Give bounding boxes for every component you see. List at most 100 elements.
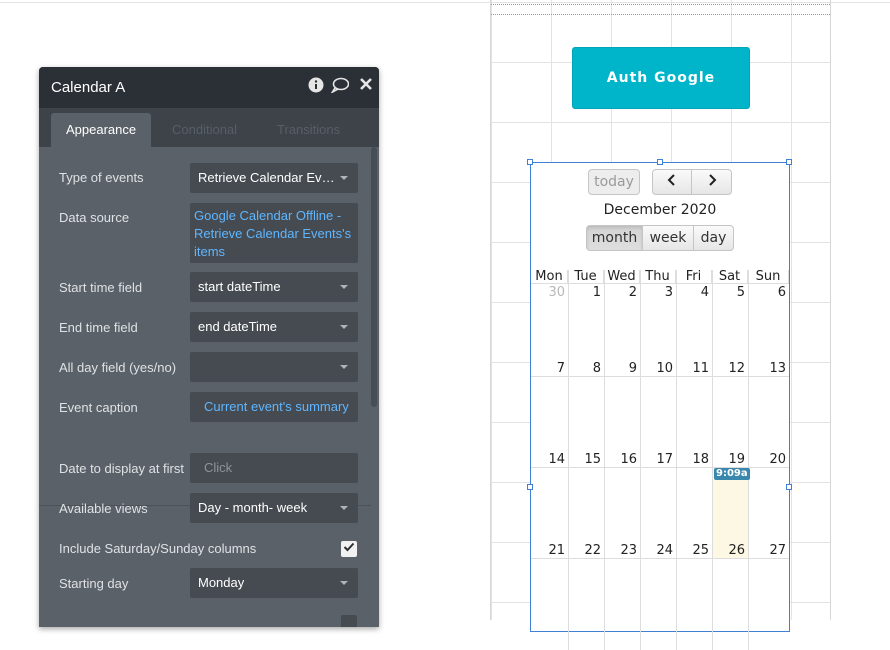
calendar-element[interactable]: today December 2020 month week day Mon Tu… — [530, 162, 790, 650]
editor-canvas[interactable]: Auth Google today December 2020 month we… — [490, 0, 831, 650]
day-cell[interactable]: 15 — [568, 452, 604, 467]
start-time-field-value: start dateTime — [198, 279, 281, 294]
starting-day-label: Starting day — [59, 576, 129, 591]
day-cell[interactable]: 18 — [676, 452, 712, 467]
close-icon[interactable] — [357, 77, 375, 97]
data-source-expression[interactable]: Google Calendar Offline - Retrieve Calen… — [190, 203, 358, 263]
day-cell[interactable]: 4 — [676, 285, 712, 300]
header-group-outline — [491, 4, 830, 15]
weekday-header: Sun — [748, 270, 789, 284]
day-cell[interactable]: 12 — [712, 361, 748, 376]
tab-appearance[interactable]: Appearance — [51, 113, 152, 147]
resize-handle[interactable] — [786, 484, 792, 490]
day-cell[interactable]: 19 — [712, 452, 748, 467]
day-cell[interactable]: 24 — [640, 543, 676, 558]
chevron-down-icon — [340, 581, 348, 585]
panel-title: Calendar A — [51, 79, 126, 96]
tab-transitions[interactable]: Transitions — [262, 113, 355, 147]
day-cell[interactable]: 7 — [531, 361, 568, 376]
start-time-field-label: Start time field — [59, 280, 143, 295]
panel-header[interactable]: Calendar A — [39, 67, 379, 108]
view-day-button[interactable]: day — [693, 225, 734, 251]
include-weekend-checkbox[interactable] — [341, 541, 357, 557]
chevron-right-icon — [707, 174, 717, 190]
weekday-header: Sat — [712, 270, 748, 284]
auth-google-button[interactable]: Auth Google — [572, 47, 750, 109]
grid-line — [531, 558, 789, 559]
resize-handle[interactable] — [527, 484, 533, 490]
end-time-field-value: end dateTime — [198, 319, 278, 334]
tab-conditional[interactable]: Conditional — [157, 113, 252, 147]
view-month-button[interactable]: month — [586, 225, 643, 251]
weekday-header: Tue — [568, 270, 604, 284]
info-icon[interactable] — [307, 77, 325, 97]
day-cell[interactable]: 17 — [640, 452, 676, 467]
day-cell[interactable]: 30 — [531, 285, 568, 300]
calendar-event[interactable]: 9:09a — [714, 468, 750, 480]
weekday-header: Fri — [676, 270, 712, 284]
include-weekend-label: Include Saturday/Sunday columns — [59, 541, 257, 556]
day-cell[interactable]: 9 — [604, 361, 640, 376]
day-cell[interactable]: 1 — [568, 285, 604, 300]
day-cell[interactable]: 16 — [604, 452, 640, 467]
checkmark-icon — [343, 542, 355, 552]
data-source-label: Data source — [59, 210, 130, 225]
day-cell[interactable]: 11 — [676, 361, 712, 376]
chevron-down-icon — [340, 285, 348, 289]
weekday-header: Thu — [640, 270, 676, 284]
day-cell[interactable]: 2 — [604, 285, 640, 300]
starting-day-value: Monday — [198, 575, 245, 590]
day-cell[interactable]: 25 — [676, 543, 712, 558]
resize-handle[interactable] — [527, 159, 533, 165]
panel-scrollbar[interactable] — [371, 147, 377, 407]
type-of-events-dropdown[interactable]: Retrieve Calendar Even... — [190, 163, 358, 193]
date-to-display-label: Date to display at first — [59, 461, 184, 476]
chevron-down-icon — [340, 506, 348, 510]
panel-tabs: Appearance Conditional Transitions — [39, 108, 379, 147]
calendar-title: December 2020 — [603, 202, 717, 218]
weekday-header: Wed — [604, 270, 640, 284]
day-cell[interactable]: 8 — [568, 361, 604, 376]
chevron-down-icon — [340, 365, 348, 369]
event-caption-expression[interactable]: Current event's summary — [190, 392, 358, 422]
day-cell[interactable]: 26 — [712, 543, 748, 558]
day-cell[interactable]: 6 — [748, 285, 789, 300]
day-cell[interactable]: 10 — [640, 361, 676, 376]
chevron-down-icon — [340, 176, 348, 180]
weekday-header: Mon — [531, 270, 568, 284]
all-day-field-label: All day field (yes/no) — [59, 360, 177, 375]
day-cell[interactable]: 13 — [748, 361, 789, 376]
available-views-value: Day - month- week — [198, 500, 308, 515]
property-editor-panel[interactable]: Calendar A Appearance Conditional Transi… — [39, 67, 379, 627]
end-time-field-dropdown[interactable]: end dateTime — [190, 312, 358, 342]
day-cell[interactable]: 22 — [568, 543, 604, 558]
day-cell[interactable]: 3 — [640, 285, 676, 300]
next-month-button[interactable] — [691, 169, 732, 195]
available-views-dropdown[interactable]: Day - month- week — [190, 493, 358, 523]
resize-handle[interactable] — [786, 159, 792, 165]
next-option-checkbox[interactable] — [341, 615, 357, 627]
available-views-label: Available views — [59, 501, 148, 516]
grid-line — [531, 467, 789, 468]
comment-icon[interactable] — [330, 77, 350, 97]
starting-day-dropdown[interactable]: Monday — [190, 568, 358, 598]
day-cell[interactable]: 21 — [531, 543, 568, 558]
type-of-events-value: Retrieve Calendar Even... — [198, 170, 336, 185]
day-cell[interactable]: 23 — [604, 543, 640, 558]
chevron-down-icon — [340, 325, 348, 329]
chevron-left-icon — [667, 174, 677, 190]
resize-handle[interactable] — [657, 159, 663, 165]
day-cell[interactable]: 5 — [712, 285, 748, 300]
grid-line — [531, 376, 789, 377]
view-week-button[interactable]: week — [642, 225, 694, 251]
day-cell[interactable]: 14 — [531, 452, 568, 467]
today-button[interactable]: today — [588, 169, 640, 195]
event-caption-label: Event caption — [59, 400, 138, 415]
type-of-events-label: Type of events — [59, 170, 144, 185]
start-time-field-dropdown[interactable]: start dateTime — [190, 272, 358, 302]
prev-month-button[interactable] — [652, 169, 692, 195]
day-cell[interactable]: 20 — [748, 452, 789, 467]
date-to-display-input[interactable]: Click — [190, 453, 358, 483]
day-cell[interactable]: 27 — [748, 543, 789, 558]
all-day-field-dropdown[interactable] — [190, 352, 358, 382]
